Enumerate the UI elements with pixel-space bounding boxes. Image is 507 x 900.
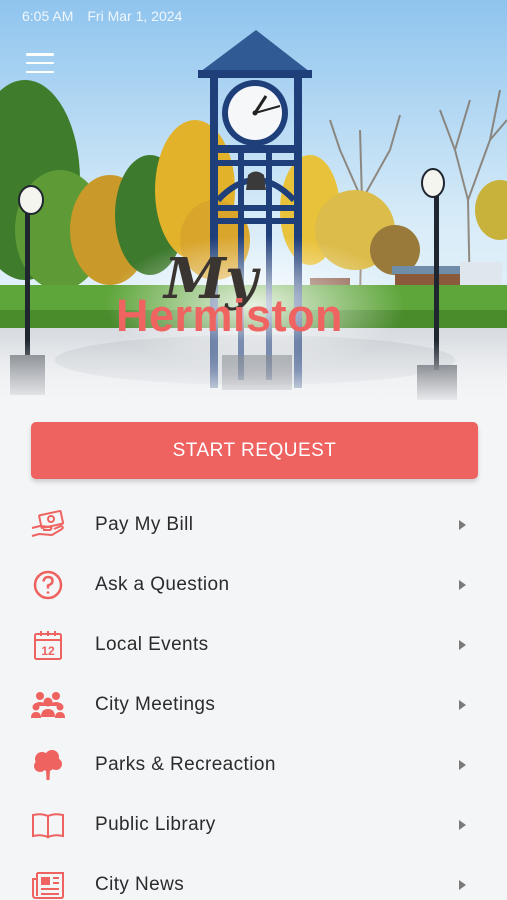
question-icon [30,568,66,602]
chevron-right-icon [459,700,466,710]
app-logo: My Hermiston [112,240,402,360]
newspaper-icon [30,868,66,900]
chevron-right-icon [459,880,466,890]
bill-hand-icon [30,508,66,542]
calendar-icon: 12 [30,628,66,662]
status-time: 6:05 AM [22,8,74,24]
service-menu: Pay My Bill Ask a Question 12 Local Even… [0,495,507,900]
menu-item-label: Local Events [95,634,209,655]
hamburger-menu-icon[interactable] [24,50,56,76]
chevron-right-icon [459,520,466,530]
menu-item-city-meetings[interactable]: City Meetings [0,675,507,735]
menu-item-city-news[interactable]: City News [0,855,507,900]
start-request-button[interactable]: START REQUEST [31,422,478,479]
menu-item-pay-my-bill[interactable]: Pay My Bill [0,495,507,555]
menu-item-ask-a-question[interactable]: Ask a Question [0,555,507,615]
menu-item-parks-recreation[interactable]: Parks & Recreaction [0,735,507,795]
menu-item-label: Public Library [95,814,216,835]
chevron-right-icon [459,760,466,770]
chevron-right-icon [459,820,466,830]
group-icon [30,688,66,722]
main-content: START REQUEST Pay My Bill Ask a Question… [0,405,507,900]
menu-item-label: City Meetings [95,694,216,715]
status-bar: 6:05 AM Fri Mar 1, 2024 [0,0,507,32]
hero-banner: 6:05 AM Fri Mar 1, 2024 My Hermiston [0,0,507,405]
menu-item-public-library[interactable]: Public Library [0,795,507,855]
book-icon [30,808,66,842]
menu-item-label: Ask a Question [95,574,230,595]
menu-item-label: City News [95,874,185,895]
menu-item-local-events[interactable]: 12 Local Events [0,615,507,675]
menu-item-label: Pay My Bill [95,514,194,535]
logo-city-text: Hermiston [116,290,344,341]
chevron-right-icon [459,580,466,590]
menu-item-label: Parks & Recreaction [95,754,276,775]
status-date: Fri Mar 1, 2024 [87,8,183,24]
svg-text:12: 12 [41,644,55,658]
chevron-right-icon [459,640,466,650]
tree-icon [30,748,66,782]
